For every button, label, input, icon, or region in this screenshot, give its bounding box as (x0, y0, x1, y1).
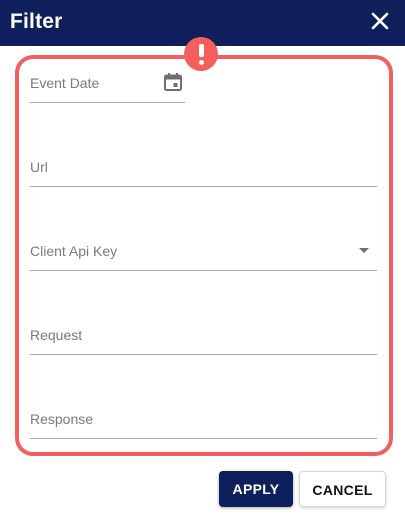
url-label: Url (30, 159, 48, 175)
url-field[interactable]: Url (30, 150, 377, 187)
calendar-icon[interactable] (163, 72, 183, 92)
client-api-key-underline (30, 270, 377, 271)
close-icon[interactable] (371, 12, 389, 30)
event-date-field[interactable]: Event Date (30, 66, 185, 103)
dialog-title: Filter (10, 10, 63, 33)
alert-exclamation-icon (184, 37, 218, 71)
dropdown-arrow-icon[interactable] (359, 248, 369, 253)
request-label: Request (30, 327, 83, 343)
cancel-button[interactable]: CANCEL (299, 471, 386, 507)
request-underline (30, 354, 377, 355)
apply-button[interactable]: APPLY (219, 471, 293, 507)
response-label: Response (30, 411, 94, 427)
request-field[interactable]: Request (30, 318, 377, 355)
client-api-key-label: Client Api Key (30, 243, 118, 259)
response-underline (30, 438, 377, 439)
event-date-label: Event Date (30, 75, 100, 91)
event-date-underline (30, 102, 185, 103)
response-field[interactable]: Response (30, 402, 377, 439)
client-api-key-select[interactable]: Client Api Key (30, 234, 377, 271)
url-underline (30, 186, 377, 187)
